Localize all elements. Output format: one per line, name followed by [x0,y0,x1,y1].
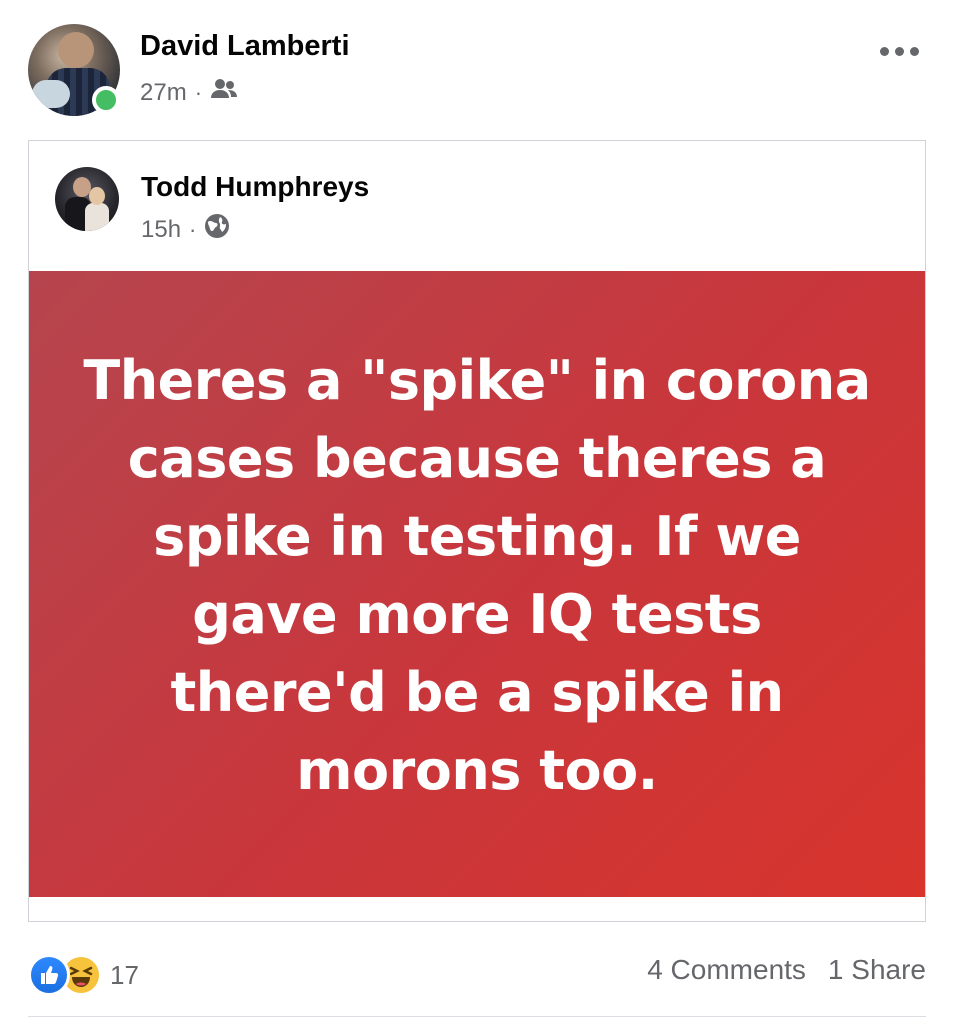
meta-separator: · [189,216,197,242]
shared-post-meta: 15h · [141,213,230,246]
post-timestamp[interactable]: 27m [140,79,187,107]
globe-icon[interactable] [204,213,230,246]
post-meta: 27m · [140,78,238,107]
shared-post-author-name[interactable]: Todd Humphreys [141,171,369,203]
shared-post-timestamp[interactable]: 15h [141,216,181,244]
engagement-counts: 4 Comments 1 Share [647,954,926,986]
post-footer: 17 4 Comments 1 Share [28,950,926,996]
shared-author-avatar[interactable] [55,167,119,231]
post-author-name[interactable]: David Lamberti [140,30,350,63]
shared-post-text: Theres a "spike" in corona cases because… [83,349,871,802]
footer-divider [28,1016,926,1017]
friends-icon[interactable] [210,78,238,107]
shared-post-card[interactable]: Todd Humphreys 15h · Theres a "spike" in… [28,140,926,922]
comments-count-link[interactable]: 4 Comments [647,954,806,986]
online-status-indicator [92,86,120,114]
more-horizontal-icon [879,46,889,56]
like-icon [28,954,70,996]
post-header: David Lamberti 27m · [28,24,934,120]
text-post-background: Theres a "spike" in corona cases because… [29,271,925,897]
shared-post-header: Todd Humphreys 15h · [55,167,755,247]
more-options-button[interactable] [874,36,924,66]
meta-separator: · [194,79,203,105]
reaction-count: 17 [110,959,139,990]
reactions-summary[interactable]: 17 [28,954,139,996]
shares-count-link[interactable]: 1 Share [828,954,926,986]
